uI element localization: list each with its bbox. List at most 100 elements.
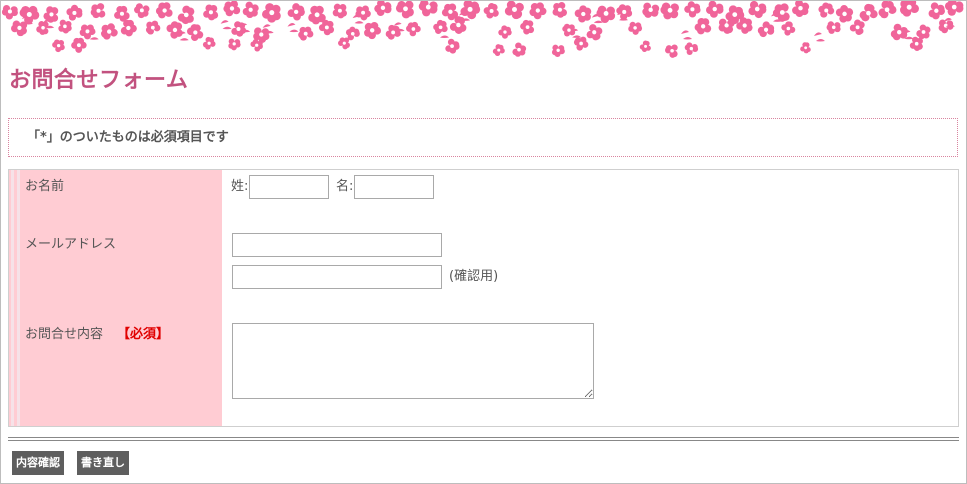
flower-icon bbox=[101, 23, 118, 40]
inquiry-textarea[interactable] bbox=[232, 323, 594, 399]
flower-icon bbox=[71, 37, 87, 53]
email-confirm-input[interactable] bbox=[232, 265, 442, 289]
required-notice: 「*」のついたものは必須項目です bbox=[8, 118, 958, 157]
flower-icon bbox=[596, 5, 616, 23]
flower-icon bbox=[120, 19, 137, 37]
flower-icon bbox=[406, 21, 421, 37]
contact-form-table: お名前 メールアドレス お問合せ内容 【必須】 姓: 名: (確認用) bbox=[8, 169, 959, 427]
flower-icon bbox=[395, 1, 414, 19]
flower-icon bbox=[262, 3, 281, 23]
flower-icon bbox=[551, 44, 565, 58]
first-name-label: 名: bbox=[336, 179, 354, 194]
flower-icon bbox=[684, 1, 701, 18]
flower-icon bbox=[355, 5, 371, 21]
flower-icon bbox=[332, 3, 347, 19]
flower-icon bbox=[781, 21, 796, 36]
flower-icon bbox=[287, 3, 305, 21]
flower-icon bbox=[792, 1, 810, 17]
flower-icon bbox=[818, 2, 835, 18]
flower-icon bbox=[706, 1, 724, 18]
flower-icon bbox=[11, 20, 28, 37]
first-name-input[interactable] bbox=[354, 175, 434, 199]
flower-icon bbox=[944, 1, 964, 16]
flower-icon bbox=[374, 1, 392, 16]
flower-icon bbox=[552, 2, 567, 18]
form-divider bbox=[8, 437, 959, 438]
flower-icon bbox=[223, 1, 241, 17]
flower-icon bbox=[114, 5, 130, 22]
flower-icon bbox=[203, 4, 219, 21]
email-confirm-note: (確認用) bbox=[449, 269, 499, 284]
flower-icon bbox=[628, 21, 643, 35]
page-title: お問合せフォーム bbox=[9, 68, 189, 93]
flower-icon bbox=[134, 3, 150, 19]
flower-icon bbox=[166, 21, 183, 39]
flower-icon bbox=[529, 2, 547, 20]
flower-icon bbox=[586, 24, 603, 41]
flower-icon bbox=[460, 1, 481, 20]
flower-icon bbox=[660, 2, 679, 20]
flower-icon bbox=[826, 21, 841, 34]
flower-icon bbox=[145, 20, 161, 35]
flower-icon bbox=[52, 39, 65, 53]
flower-icon bbox=[835, 5, 854, 23]
flower-icon bbox=[228, 38, 241, 51]
flower-icon bbox=[684, 42, 699, 56]
flower-icon bbox=[58, 19, 72, 34]
flower-icon bbox=[694, 18, 712, 35]
flower-icon bbox=[520, 19, 535, 35]
flower-icon bbox=[574, 5, 592, 23]
flower-icon bbox=[445, 38, 460, 54]
required-marker: 【必須】 bbox=[117, 327, 170, 342]
inquiry-label: お問合せ内容 bbox=[25, 327, 104, 342]
label-column: お名前 メールアドレス お問合せ内容 【必須】 bbox=[9, 170, 222, 426]
leaf-icon bbox=[287, 23, 299, 33]
label-stripe bbox=[17, 170, 20, 426]
flower-icon bbox=[1, 4, 18, 20]
flower-icon bbox=[800, 42, 811, 54]
flower-icon bbox=[492, 44, 505, 57]
email-input[interactable] bbox=[232, 233, 442, 257]
flower-icon bbox=[757, 21, 775, 38]
flower-icon bbox=[202, 36, 216, 50]
flower-icon bbox=[916, 24, 931, 40]
leaf-icon bbox=[681, 30, 693, 40]
flower-icon bbox=[242, 1, 259, 19]
flower-icon bbox=[418, 1, 438, 17]
flower-icon bbox=[504, 1, 524, 20]
flower-icon bbox=[878, 1, 897, 19]
flower-icon bbox=[899, 1, 919, 17]
reset-button[interactable]: 書き直し bbox=[77, 451, 129, 475]
flower-icon bbox=[385, 24, 401, 40]
flower-icon bbox=[90, 3, 106, 19]
leaf-icon bbox=[813, 32, 825, 42]
form-divider bbox=[8, 440, 959, 441]
flower-icon bbox=[616, 4, 633, 21]
flower-icon bbox=[187, 24, 204, 41]
flower-icon bbox=[66, 4, 83, 21]
flower-icon bbox=[512, 42, 527, 57]
last-name-label: 姓: bbox=[231, 179, 249, 194]
label-stripe bbox=[11, 170, 14, 426]
flower-icon bbox=[498, 25, 512, 39]
name-label: お名前 bbox=[25, 179, 65, 194]
flower-icon bbox=[483, 3, 499, 19]
flower-icon bbox=[364, 21, 382, 40]
flower-icon bbox=[573, 36, 589, 51]
flower-icon bbox=[298, 26, 314, 41]
inquiry-label-row: お問合せ内容 【必須】 bbox=[25, 326, 169, 344]
flower-icon bbox=[642, 2, 660, 18]
flower-icon bbox=[665, 44, 678, 58]
flower-banner-graphic bbox=[1, 1, 964, 58]
last-name-input[interactable] bbox=[249, 175, 329, 199]
email-label: メールアドレス bbox=[25, 237, 117, 252]
flower-icon bbox=[772, 3, 790, 22]
flower-icon bbox=[849, 19, 865, 35]
flower-icon bbox=[338, 37, 350, 50]
flower-icon bbox=[859, 3, 878, 22]
confirm-button[interactable]: 内容確認 bbox=[12, 451, 64, 475]
flower-icon bbox=[928, 2, 945, 20]
flower-icon bbox=[639, 40, 651, 53]
flower-banner bbox=[1, 1, 966, 63]
page-frame: お問合せフォーム 「*」のついたものは必須項目です お名前 メールアドレス お問… bbox=[0, 0, 967, 484]
